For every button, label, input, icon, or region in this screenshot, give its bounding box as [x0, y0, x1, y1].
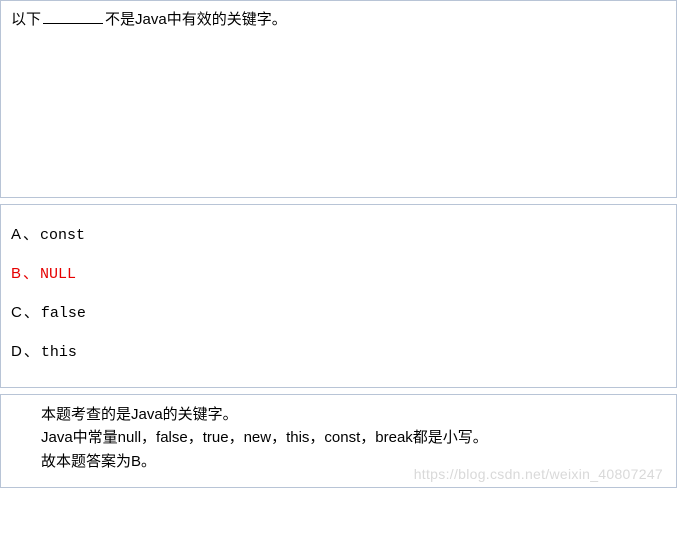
options-panel: A、const B、NULL C、false D、this: [0, 204, 677, 388]
question-suffix: 不是Java中有效的关键字。: [105, 11, 287, 28]
explanation-line-3: 故本题答案为B。: [41, 450, 666, 473]
option-label: C: [11, 304, 22, 321]
option-sep: 、: [24, 304, 39, 321]
fill-blank: [43, 9, 103, 24]
option-c[interactable]: C、false: [11, 301, 666, 322]
question-prefix: 以下: [11, 11, 41, 28]
option-sep: 、: [23, 265, 38, 282]
option-text: const: [40, 227, 85, 244]
explanation-panel: 本题考查的是Java的关键字。 Java中常量null，false，true，n…: [0, 394, 677, 488]
option-text: this: [41, 344, 77, 361]
option-label: A: [11, 226, 21, 243]
option-text: false: [41, 305, 86, 322]
option-sep: 、: [23, 226, 38, 243]
option-d[interactable]: D、this: [11, 340, 666, 361]
question-text: 以下 不是Java中有效的关键字。: [11, 9, 666, 32]
explanation-line-2: Java中常量null，false，true，new，this，const，br…: [41, 426, 666, 449]
option-a[interactable]: A、const: [11, 223, 666, 244]
option-text: NULL: [40, 266, 76, 283]
option-sep: 、: [24, 343, 39, 360]
option-b[interactable]: B、NULL: [11, 262, 666, 283]
explanation-line-1: 本题考查的是Java的关键字。: [41, 403, 666, 426]
option-label: D: [11, 343, 22, 360]
question-panel: 以下 不是Java中有效的关键字。: [0, 0, 677, 198]
option-label: B: [11, 265, 21, 282]
